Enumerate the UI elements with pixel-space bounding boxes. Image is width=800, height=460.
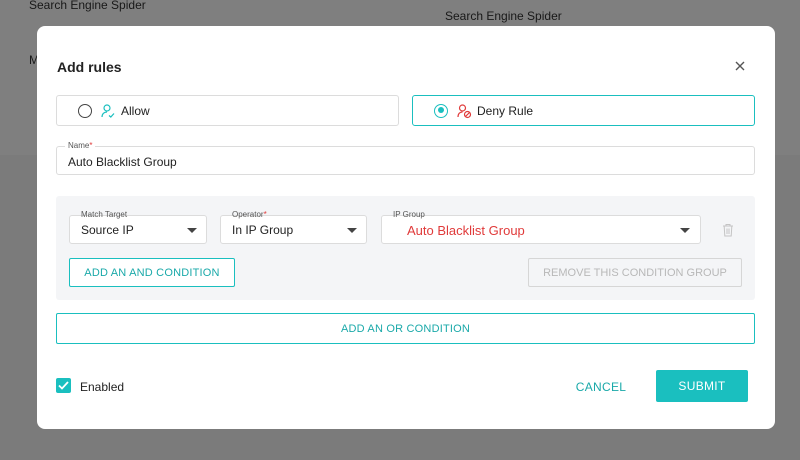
ip-group-tag: Auto Blacklist Group xyxy=(407,223,525,238)
chevron-down-icon xyxy=(347,228,357,233)
deny-rule-option[interactable]: Deny Rule xyxy=(412,95,755,126)
user-block-icon xyxy=(456,103,472,119)
chevron-down-icon xyxy=(680,228,690,233)
match-target-select[interactable]: Match Target Source IP xyxy=(69,210,207,244)
delete-condition-icon[interactable] xyxy=(722,223,734,237)
add-rules-dialog: Add rules Allow Deny Rule Name* Auto Bla… xyxy=(37,26,775,429)
operator-select[interactable]: Operator* In IP Group xyxy=(220,210,367,244)
operator-value: In IP Group xyxy=(232,223,294,237)
name-field-label: Name* xyxy=(65,141,96,151)
radio-button-selected[interactable] xyxy=(434,103,448,118)
operator-label: Operator* xyxy=(232,210,267,219)
allow-option-label: Allow xyxy=(121,103,150,118)
remove-condition-group-button[interactable]: REMOVE THIS CONDITION GROUP xyxy=(528,258,742,287)
checkmark-icon xyxy=(58,381,69,390)
chevron-down-icon xyxy=(187,228,197,233)
allow-rule-option[interactable]: Allow xyxy=(56,95,399,126)
ip-group-select[interactable]: IP Group Auto Blacklist Group xyxy=(381,210,701,244)
submit-button[interactable]: SUBMIT xyxy=(656,370,748,402)
add-and-condition-button[interactable]: ADD AN AND CONDITION xyxy=(69,258,235,287)
user-check-icon xyxy=(100,103,116,119)
close-icon[interactable] xyxy=(731,57,749,75)
cancel-button[interactable]: CANCEL xyxy=(568,378,634,395)
dialog-title: Add rules xyxy=(57,59,122,75)
radio-button[interactable] xyxy=(78,103,92,118)
enabled-label: Enabled xyxy=(80,380,125,394)
match-target-label: Match Target xyxy=(81,210,128,219)
match-target-value: Source IP xyxy=(81,223,134,237)
deny-option-label: Deny Rule xyxy=(477,103,534,118)
name-field[interactable]: Name* Auto Blacklist Group xyxy=(56,141,755,175)
enabled-checkbox[interactable] xyxy=(56,378,71,393)
condition-group: Match Target Source IP Operator* In IP G… xyxy=(56,196,755,300)
add-or-condition-button[interactable]: ADD AN OR CONDITION xyxy=(56,313,755,344)
name-field-value[interactable]: Auto Blacklist Group xyxy=(68,155,177,169)
ip-group-label: IP Group xyxy=(393,210,425,219)
